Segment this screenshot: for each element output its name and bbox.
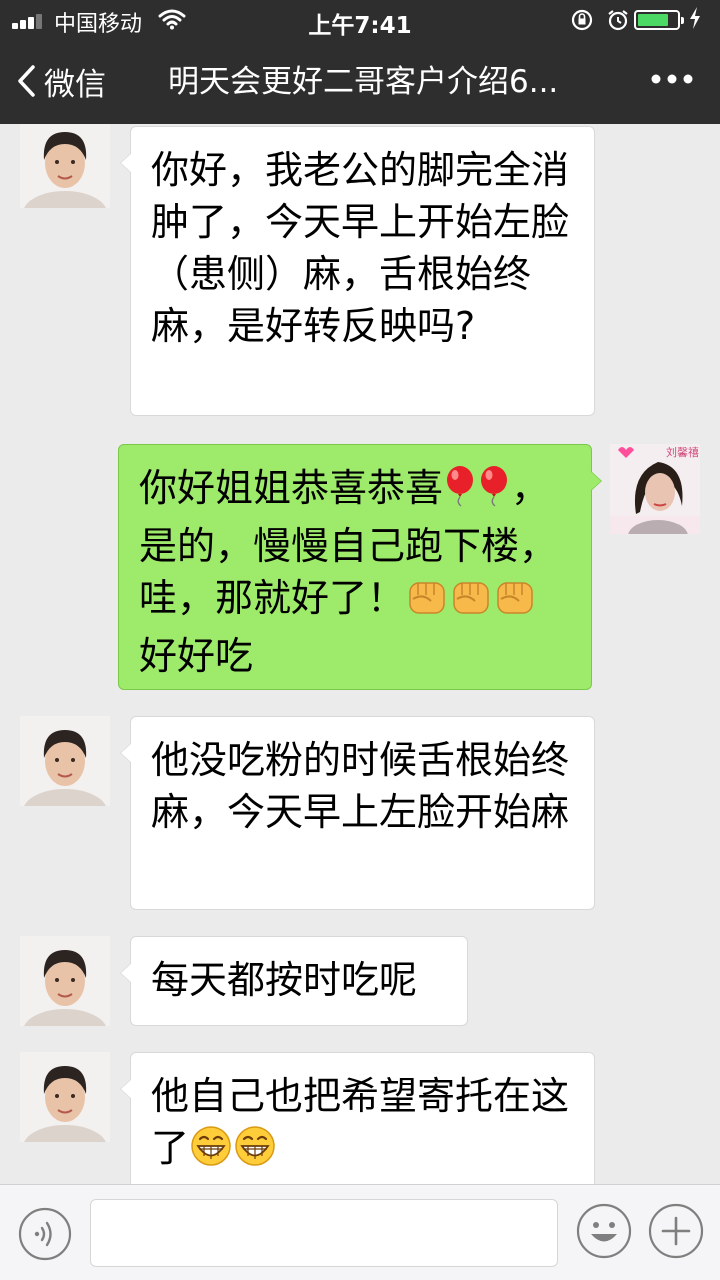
- chat-title: 明天会更好二哥客户介绍6...: [168, 64, 559, 100]
- voice-icon: [18, 1207, 72, 1261]
- charging-icon: [688, 6, 702, 35]
- battery-icon: [634, 10, 684, 30]
- avatar[interactable]: [20, 716, 110, 806]
- message-text: 你好，我老公的脚完全消肿了，今天早上开始左脸（患侧）麻，舌根始终麻，是好转反映吗…: [151, 148, 570, 348]
- message-incoming: 他自己也把希望寄托在这了: [0, 1052, 720, 1184]
- top-header: 中国移动 上午7:41 微信 明天会更好二哥客户介绍6...: [0, 0, 720, 124]
- avatar-label: 刘馨禧: [666, 446, 699, 459]
- more-functions-button[interactable]: [648, 1203, 704, 1263]
- alarm-icon: [606, 8, 630, 38]
- message-bubble[interactable]: 你好姐姐恭喜恭喜 ，是的，慢慢自己跑下楼，哇，那就好了！好好吃: [118, 444, 602, 690]
- balloon-icon: [477, 465, 511, 520]
- back-button[interactable]: 微信: [16, 60, 106, 103]
- avatar-self[interactable]: 刘馨禧: [610, 444, 700, 534]
- message-bubble[interactable]: 他自己也把希望寄托在这了: [120, 1052, 595, 1184]
- balloon-icon: [443, 465, 477, 520]
- status-bar: 中国移动 上午7:41: [0, 0, 720, 40]
- message-input[interactable]: [90, 1199, 558, 1267]
- message-text-part: 你好姐姐恭喜恭喜: [139, 466, 444, 510]
- message-outgoing: 你好姐姐恭喜恭喜 ，是的，慢慢自己跑下楼，哇，那就好了！好好吃 刘馨禧: [0, 442, 720, 692]
- fist-icon: [493, 575, 537, 630]
- rotation-lock-icon: [570, 8, 594, 38]
- chevron-left-icon: [18, 65, 35, 97]
- nav-bar: 微信 明天会更好二哥客户介绍6...: [0, 40, 720, 124]
- message-text: 每天都按时吃呢: [151, 958, 418, 1002]
- fist-icon: [405, 575, 449, 630]
- message-incoming: 他没吃粉的时候舌根始终麻，今天早上左脸开始麻: [0, 714, 720, 914]
- more-icon: [651, 74, 693, 84]
- message-incoming: 你好，我老公的脚完全消肿了，今天早上开始左脸（患侧）麻，舌根始终麻，是好转反映吗…: [0, 124, 720, 424]
- message-bubble[interactable]: 每天都按时吃呢: [120, 936, 468, 1026]
- message-incoming: 每天都按时吃呢: [0, 936, 720, 1028]
- input-bar: [0, 1184, 720, 1280]
- avatar[interactable]: [20, 936, 110, 1026]
- message-text: 他没吃粉的时候舌根始终麻，今天早上左脸开始麻: [151, 738, 570, 834]
- chat-area[interactable]: 你好，我老公的脚完全消肿了，今天早上开始左脸（患侧）麻，舌根始终麻，是好转反映吗…: [0, 124, 720, 1184]
- plus-icon: [648, 1203, 704, 1259]
- avatar[interactable]: [20, 124, 110, 208]
- grin-icon: [189, 1125, 233, 1180]
- emoji-button[interactable]: [576, 1203, 632, 1263]
- message-bubble[interactable]: 你好，我老公的脚完全消肿了，今天早上开始左脸（患侧）麻，舌根始终麻，是好转反映吗…: [120, 126, 595, 416]
- emoji-icon: [576, 1203, 632, 1259]
- fist-icon: [449, 575, 493, 630]
- avatar[interactable]: [20, 1052, 110, 1142]
- grin-icon: [233, 1125, 277, 1180]
- message-bubble[interactable]: 他没吃粉的时候舌根始终麻，今天早上左脸开始麻: [120, 716, 595, 910]
- more-button[interactable]: [650, 64, 694, 98]
- back-label: 微信: [44, 66, 106, 103]
- message-text-part: 好好吃: [139, 634, 254, 678]
- voice-button[interactable]: [18, 1207, 72, 1265]
